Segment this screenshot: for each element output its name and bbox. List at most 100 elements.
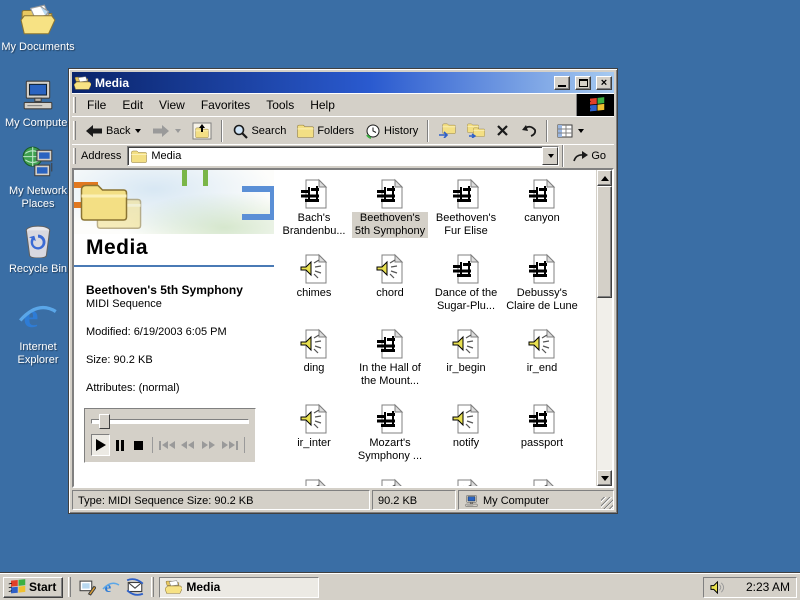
pause-button[interactable] (110, 434, 129, 456)
taskbar-separator (151, 577, 154, 597)
menu-favorites[interactable]: Favorites (193, 95, 258, 115)
move-to-icon (438, 123, 456, 138)
desktop-icon-my-documents[interactable]: My Documents (0, 4, 76, 54)
forward-dropdown-icon (175, 129, 181, 133)
file-item[interactable]: canyon (504, 178, 580, 253)
scroll-down-button[interactable] (597, 470, 612, 486)
go-arrow-icon (573, 150, 588, 163)
file-item[interactable]: ir_inter (276, 403, 352, 478)
file-item[interactable]: chimes (276, 253, 352, 328)
skip-back-button[interactable] (156, 434, 177, 456)
file-item[interactable]: Beethoven's 5th Symphony (352, 178, 428, 253)
stop-button[interactable] (129, 434, 148, 456)
fast-forward-button[interactable] (198, 434, 219, 456)
seek-slider[interactable] (91, 414, 249, 429)
desktop-icon-internet-explorer[interactable]: Internet Explorer (0, 296, 76, 367)
file-item[interactable]: notify (428, 403, 504, 478)
go-label: Go (591, 150, 606, 162)
internet-explorer-icon (102, 578, 120, 596)
seek-thumb[interactable] (99, 414, 110, 429)
move-to-button[interactable] (433, 119, 461, 143)
start-button[interactable]: Start (3, 577, 63, 598)
undo-button[interactable] (515, 119, 542, 143)
views-button[interactable] (552, 119, 589, 143)
desktop-icon-my-network-places[interactable]: My Network Places (0, 146, 76, 211)
file-item[interactable]: In the Hall of the Mount... (352, 328, 428, 403)
forward-button[interactable] (147, 119, 186, 143)
menu-view[interactable]: View (151, 95, 193, 115)
delete-x-icon (496, 124, 509, 137)
desktop-icon-my-computer[interactable]: My Computer (0, 78, 76, 130)
file-item[interactable] (276, 478, 352, 486)
file-item[interactable]: Bach's Brandenbu... (276, 178, 352, 253)
status-zone: My Computer (458, 490, 614, 510)
decor-green-bracket (182, 170, 208, 186)
toolbar-grip[interactable] (73, 121, 76, 140)
file-item[interactable]: Debussy's Claire de Lune (504, 253, 580, 328)
file-item[interactable]: Beethoven's Fur Elise (428, 178, 504, 253)
go-button[interactable]: Go (567, 145, 612, 167)
vertical-scrollbar[interactable] (596, 170, 612, 486)
file-item[interactable]: ding (276, 328, 352, 403)
wave-file-icon (374, 478, 406, 486)
scroll-track[interactable] (597, 186, 612, 470)
skip-end-button[interactable] (219, 434, 240, 456)
back-button[interactable]: Back (80, 119, 146, 143)
menu-edit[interactable]: Edit (114, 95, 151, 115)
up-button[interactable] (187, 119, 217, 143)
folders-button[interactable]: Folders (292, 119, 359, 143)
scroll-up-button[interactable] (597, 170, 612, 186)
back-dropdown-icon (135, 129, 141, 133)
file-item[interactable]: passport (504, 403, 580, 478)
history-clock-icon (365, 123, 381, 139)
address-label: Address (79, 150, 127, 162)
copy-to-button[interactable] (462, 119, 490, 143)
file-item[interactable]: ir_begin (428, 328, 504, 403)
desktop-icon-recycle-bin[interactable]: Recycle Bin (0, 224, 76, 276)
scroll-thumb[interactable] (597, 186, 612, 298)
wave-file-icon (298, 328, 330, 360)
wave-file-icon (374, 253, 406, 285)
taskbar-separator (68, 577, 71, 597)
my-computer-icon (21, 78, 55, 112)
maximize-button[interactable] (575, 76, 591, 90)
volume-speaker-icon[interactable] (710, 580, 725, 595)
file-item[interactable]: Dance of the Sugar-Plu... (428, 253, 504, 328)
close-button[interactable]: × (596, 76, 612, 90)
quick-launch-internet-explorer[interactable] (100, 577, 122, 598)
file-item[interactable] (504, 478, 580, 486)
play-button[interactable] (91, 434, 110, 456)
toolbar-separator (562, 145, 564, 167)
file-item[interactable]: ir_end (504, 328, 580, 403)
delete-button[interactable] (491, 119, 514, 143)
menu-tools[interactable]: Tools (258, 95, 302, 115)
quick-launch-outlook-express[interactable] (124, 577, 146, 598)
player-buttons (91, 434, 249, 456)
wave-file-icon (450, 328, 482, 360)
rewind-button[interactable] (177, 434, 198, 456)
resize-grip[interactable] (601, 497, 613, 509)
file-item[interactable] (352, 478, 428, 486)
file-label: Bach's Brandenbu... (276, 212, 352, 238)
window-content: Media Beethoven's 5th Symphony MIDI Sequ… (72, 168, 614, 488)
task-button-media[interactable]: Media (159, 577, 319, 598)
minimize-button[interactable] (554, 76, 570, 90)
midi-file-icon (526, 253, 558, 285)
history-button[interactable]: History (360, 119, 423, 143)
address-dropdown-button[interactable] (542, 147, 558, 165)
folder-title: Media (74, 234, 274, 265)
search-button[interactable]: Search (227, 119, 291, 143)
file-item[interactable]: Mozart's Symphony ... (352, 403, 428, 478)
menu-file[interactable]: File (79, 95, 114, 115)
file-label: canyon (504, 212, 580, 225)
address-input[interactable]: Media (127, 146, 559, 166)
menu-help[interactable]: Help (302, 95, 343, 115)
selected-file-info: Beethoven's 5th Symphony MIDI Sequence M… (74, 267, 274, 394)
toolbar-grip[interactable] (73, 97, 76, 112)
quick-launch-show-desktop[interactable] (76, 577, 98, 598)
toolbar-grip[interactable] (73, 148, 76, 163)
file-item[interactable]: chord (352, 253, 428, 328)
player-separator (244, 437, 245, 453)
file-item[interactable] (428, 478, 504, 486)
title-bar[interactable]: Media × (72, 72, 614, 93)
